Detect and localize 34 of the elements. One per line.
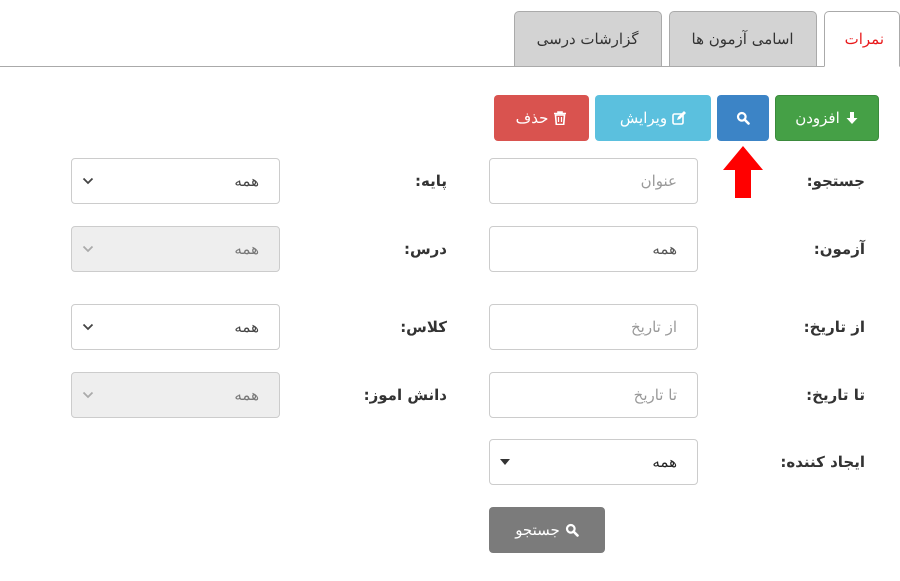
field-label: ایجاد کننده: bbox=[780, 453, 865, 471]
field-label: کلاس: bbox=[400, 318, 447, 336]
search-icon bbox=[736, 111, 750, 125]
field-label: پایه: bbox=[415, 172, 447, 190]
search-button[interactable] bbox=[717, 95, 769, 141]
chevron-down-icon bbox=[82, 323, 94, 331]
chevron-down-icon bbox=[82, 391, 94, 399]
chevron-down-icon bbox=[82, 177, 94, 185]
field-label: درس: bbox=[404, 240, 447, 258]
input-field[interactable]: از تاریخ bbox=[489, 304, 698, 350]
field-label: تا تاریخ: bbox=[806, 386, 865, 404]
field-label: جستجو: bbox=[806, 172, 865, 190]
edit-icon bbox=[672, 111, 686, 125]
add-button[interactable]: افزودن bbox=[775, 95, 879, 141]
tab[interactable]: نمرات bbox=[824, 11, 900, 67]
dropdown-field[interactable]: همه bbox=[489, 439, 698, 485]
arrow-drawing bbox=[723, 146, 763, 198]
input-field[interactable]: همه bbox=[489, 226, 698, 272]
arrow-down-icon bbox=[844, 111, 859, 125]
input-field[interactable]: تا تاریخ bbox=[489, 372, 698, 418]
delete-button[interactable]: حذف bbox=[494, 95, 589, 141]
field-label: از تاریخ: bbox=[804, 318, 865, 336]
input-field[interactable]: عنوان bbox=[489, 158, 698, 204]
field-label: دانش اموز: bbox=[364, 386, 447, 404]
field-label: آزمون: bbox=[814, 240, 865, 258]
search-button[interactable]: جستجو bbox=[489, 507, 605, 553]
tab[interactable]: اسامی آزمون ها bbox=[668, 11, 817, 67]
trash-icon bbox=[553, 111, 568, 125]
select-field[interactable]: همه bbox=[71, 304, 280, 350]
chevron-down-icon bbox=[82, 245, 94, 253]
search-icon bbox=[564, 523, 579, 537]
caret-icon bbox=[500, 459, 510, 465]
select-field[interactable]: همه bbox=[71, 158, 280, 204]
tab[interactable]: گزارشات درسی bbox=[514, 11, 662, 67]
